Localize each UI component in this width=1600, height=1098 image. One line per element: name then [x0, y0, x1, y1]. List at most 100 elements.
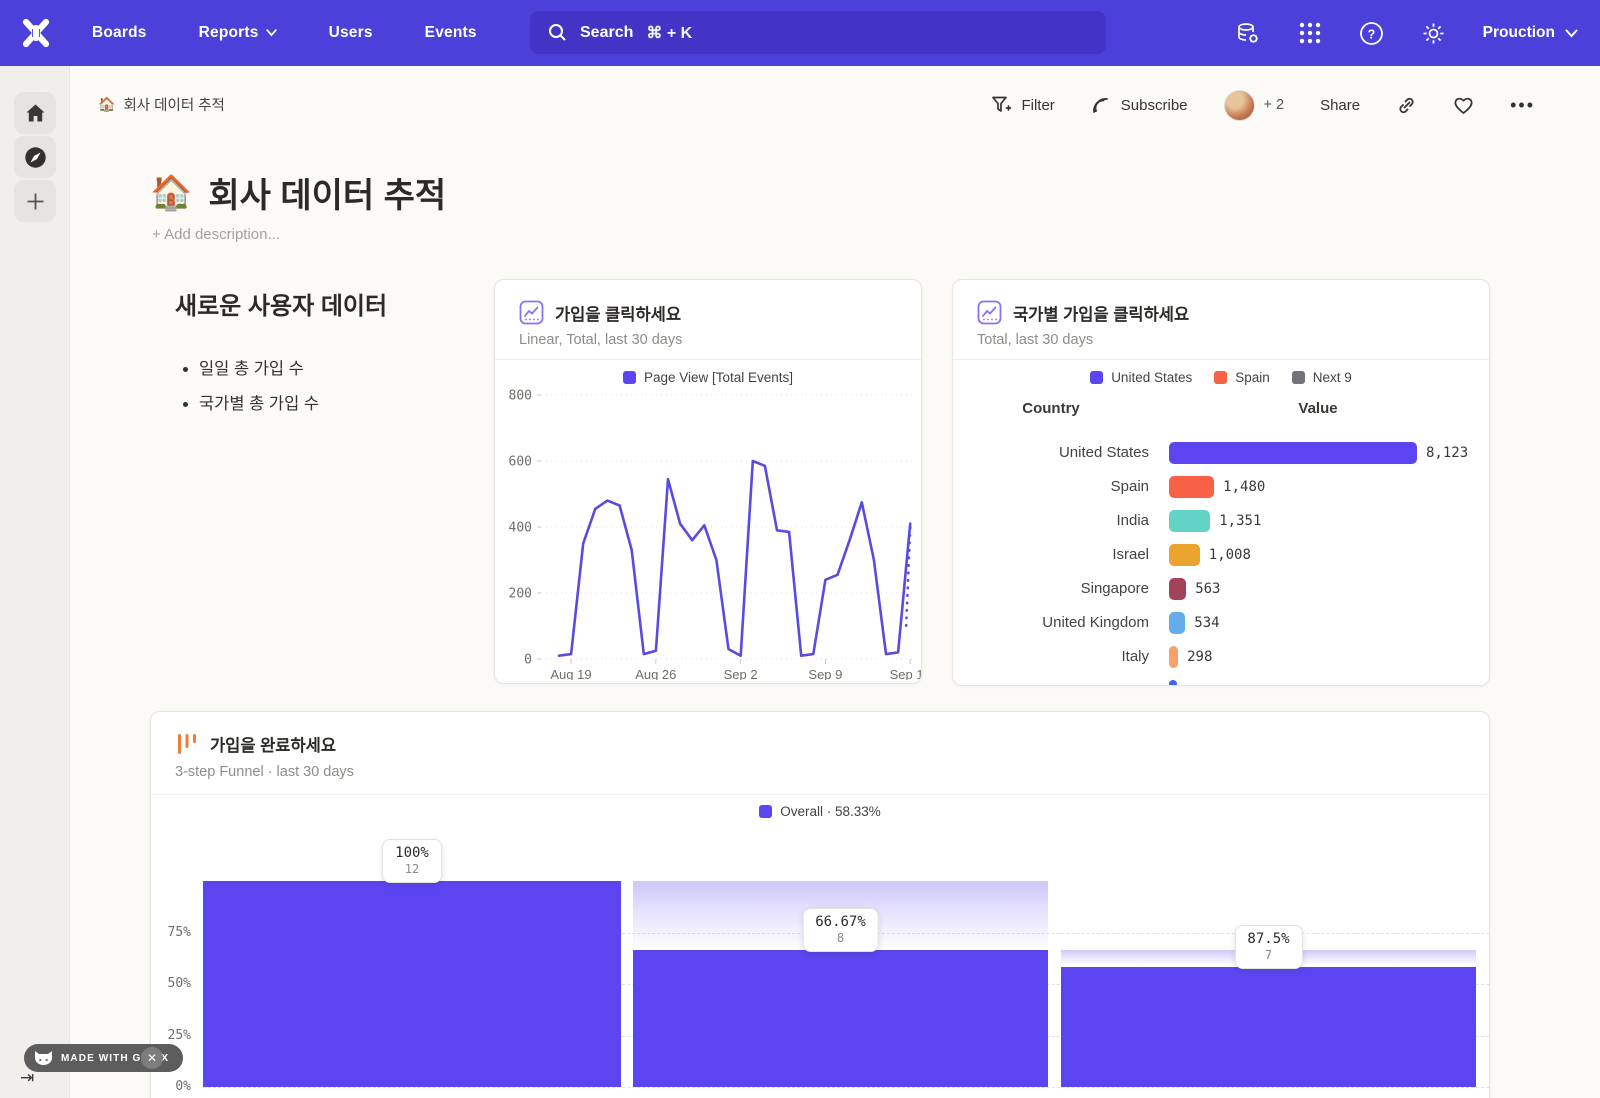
search-shortcut: ⌘ + K [646, 23, 692, 43]
funnel-conversion-pct: 87.5% [1247, 931, 1289, 947]
copy-link-button[interactable] [1396, 95, 1417, 116]
nav-item-reports[interactable]: Reports [199, 24, 277, 42]
bar-row-country: Israel [953, 546, 1149, 563]
heart-icon [1453, 96, 1474, 115]
legend-swatch [1292, 371, 1305, 384]
favorite-button[interactable] [1453, 96, 1474, 115]
bar-row-country: Italy [953, 648, 1149, 665]
project-name: Prouction [1483, 24, 1555, 42]
subscribe-button[interactable]: Subscribe [1091, 95, 1188, 115]
table-row[interactable]: United Kingdom534 [953, 612, 1489, 636]
insights-chart-icon [519, 300, 544, 325]
svg-text:600: 600 [509, 455, 532, 470]
funnel-count: 8 [815, 931, 866, 945]
add-description-button[interactable]: + Add description... [152, 226, 280, 243]
bar-chart-title[interactable]: 국가별 가입을 클릭하세요 [1013, 301, 1189, 325]
home-icon [25, 103, 46, 124]
svg-text:0: 0 [524, 653, 532, 668]
legend-item[interactable]: United States [1090, 370, 1192, 385]
bar-row-value: 1,351 [1219, 513, 1261, 529]
chevron-down-icon [266, 29, 277, 37]
avatar [1224, 90, 1255, 121]
funnel-axis-label: 75% [151, 925, 191, 940]
funnel-bar[interactable] [633, 950, 1048, 1087]
svg-text:Aug 26: Aug 26 [635, 667, 676, 680]
text-widget-heading: 새로운 사용자 데이터 [175, 286, 485, 321]
collapse-sidebar-icon[interactable]: ⇥ [20, 1068, 34, 1088]
settings-icon[interactable] [1421, 20, 1447, 46]
funnel-bar[interactable] [203, 881, 621, 1087]
more-menu-button[interactable]: ••• [1510, 100, 1535, 110]
filter-label: Filter [1021, 97, 1054, 114]
funnel-tooltip: 66.67%8 [802, 908, 879, 952]
bar-row-bar[interactable] [1169, 476, 1214, 498]
bar-row-country: India [953, 512, 1149, 529]
subscribe-label: Subscribe [1121, 97, 1188, 114]
bar-chart-card: 국가별 가입을 클릭하세요 Total, last 30 days United… [952, 279, 1490, 686]
nav-item-label: Boards [92, 24, 147, 42]
funnel-axis-label: 50% [151, 976, 191, 991]
chevron-down-icon [1565, 29, 1578, 38]
svg-text:800: 800 [509, 389, 532, 404]
ellipsis-icon: ••• [1510, 100, 1535, 110]
collaborators[interactable]: + 2 [1224, 90, 1285, 121]
page-title-emoji: 🏠 [150, 173, 192, 213]
table-row[interactable]: Spain1,480 [953, 476, 1489, 500]
nav-item-events[interactable]: Events [425, 24, 477, 42]
bar-row-value: 1,480 [1223, 479, 1265, 495]
gifox-close-icon[interactable]: ✕ [141, 1047, 163, 1069]
mixpanel-logo-icon[interactable] [18, 15, 54, 51]
line-chart-title[interactable]: 가입을 클릭하세요 [555, 301, 681, 325]
svg-text:Sep 9: Sep 9 [808, 667, 842, 680]
bar-row-country: United States [953, 444, 1149, 461]
funnel-bar[interactable] [1061, 967, 1476, 1087]
bar-row-bar[interactable] [1169, 544, 1200, 566]
bar-row-bar[interactable] [1169, 612, 1185, 634]
bar-row-bar[interactable] [1169, 646, 1178, 668]
table-row[interactable] [953, 680, 1489, 686]
share-button[interactable]: Share [1320, 97, 1360, 114]
nav-item-label: Reports [199, 24, 259, 42]
insights-chart-icon [977, 300, 1002, 325]
project-switcher[interactable]: Prouction [1483, 24, 1578, 42]
search-icon [548, 23, 567, 42]
sidebar-add-button[interactable] [14, 180, 56, 222]
bar-row-bar[interactable] [1169, 578, 1186, 600]
funnel-plot[interactable]: 75%50%25%0%100%1266.67%887.5%7 [151, 712, 1489, 1098]
svg-text:200: 200 [509, 587, 532, 602]
bar-row-value: 1,008 [1209, 547, 1251, 563]
bar-row-bar[interactable] [1169, 442, 1417, 464]
search-input[interactable]: Search ⌘ + K [530, 11, 1106, 54]
table-row[interactable]: India 1,351 [953, 510, 1489, 534]
table-row[interactable]: Singapore563 [953, 578, 1489, 602]
bar-row-value: 8,123 [1426, 445, 1468, 461]
funnel-count: 12 [395, 862, 429, 876]
top-navbar: Boards Reports Users Events Search ⌘ + K ? [0, 0, 1600, 66]
text-bullet: 국가별 총 가입 수 [199, 390, 485, 414]
legend-item[interactable]: Spain [1214, 370, 1270, 385]
bar-row-country: United Kingdom [953, 614, 1149, 631]
apps-grid-icon[interactable] [1297, 20, 1323, 46]
nav-item-users[interactable]: Users [329, 24, 373, 42]
funnel-gridline [203, 1087, 1489, 1088]
collaborators-count: + 2 [1264, 97, 1285, 113]
data-settings-icon[interactable] [1235, 20, 1261, 46]
filter-button[interactable]: Filter [991, 95, 1054, 115]
svg-text:Sep 16: Sep 16 [890, 667, 922, 680]
nav-item-boards[interactable]: Boards [92, 24, 147, 42]
bar-row-bar[interactable] [1169, 680, 1177, 686]
sidebar-home-button[interactable] [14, 92, 56, 134]
breadcrumb[interactable]: 🏠 회사 데이터 추적 [98, 94, 225, 115]
share-label: Share [1320, 97, 1360, 114]
legend-item[interactable]: Next 9 [1292, 370, 1352, 385]
line-chart-plot[interactable]: 0200400600800Aug 19Aug 26Sep 2Sep 9Sep 1… [495, 380, 922, 680]
table-row[interactable]: United States 8,123 [953, 442, 1489, 466]
sidebar-discover-button[interactable] [14, 136, 56, 178]
table-row[interactable]: Israel 1,008 [953, 544, 1489, 568]
filter-icon [991, 95, 1012, 115]
bar-row-bar[interactable] [1169, 510, 1210, 532]
help-icon[interactable]: ? [1359, 20, 1385, 46]
table-row[interactable]: Italy298 [953, 646, 1489, 670]
board-emoji: 🏠 [98, 96, 115, 113]
compass-icon [24, 146, 47, 169]
